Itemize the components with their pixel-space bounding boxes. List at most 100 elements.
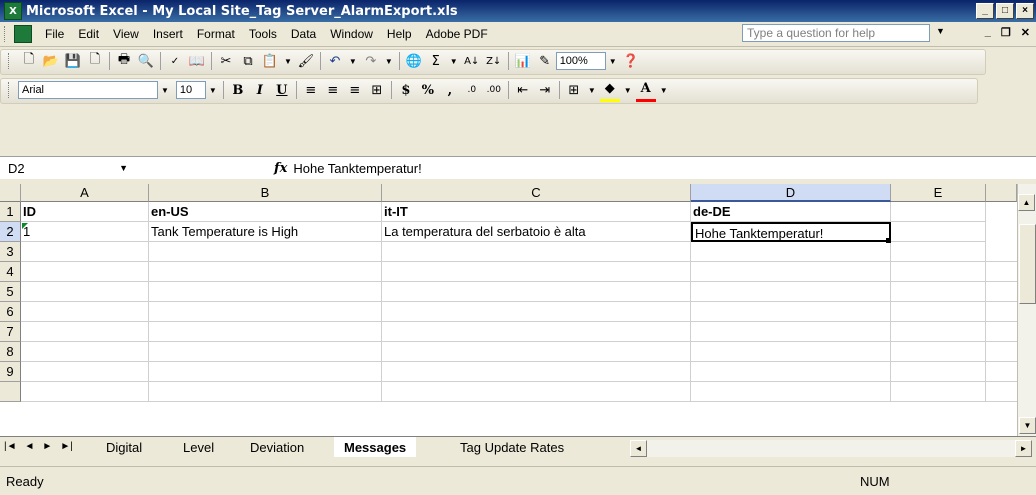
menu-help[interactable]: Help — [380, 25, 419, 43]
italic-icon[interactable]: I — [250, 80, 270, 100]
drawing-icon[interactable]: ✎ — [535, 51, 555, 71]
research-icon[interactable]: 📖 — [187, 51, 207, 71]
permission-icon[interactable]: 🗋 — [85, 51, 105, 71]
menu-file[interactable]: File — [38, 25, 71, 43]
first-sheet-icon[interactable]: |◄ — [4, 441, 17, 452]
row-header-1[interactable]: 1 — [0, 202, 21, 222]
sort-ascending-icon[interactable]: A↓ — [462, 51, 482, 71]
tab-messages[interactable]: Messages — [334, 437, 417, 457]
row-header-7[interactable]: 7 — [0, 322, 21, 342]
column-header-a[interactable]: A — [21, 184, 149, 202]
help-dropdown-icon[interactable]: ▼ — [936, 26, 945, 36]
redo-icon[interactable]: ↷ — [361, 51, 381, 71]
merge-center-icon[interactable]: ⊞ — [367, 80, 387, 100]
insert-function-icon[interactable]: fx — [274, 161, 287, 176]
print-icon[interactable]: 🖶 — [114, 51, 134, 71]
cell-b1[interactable]: en-US — [149, 202, 382, 222]
save-icon[interactable]: 💾 — [63, 51, 83, 71]
scroll-left-icon[interactable]: ◄ — [630, 440, 647, 457]
column-header-b[interactable]: B — [149, 184, 382, 202]
fill-color-icon[interactable]: ◆ — [599, 79, 620, 102]
formula-input[interactable]: Hohe Tanktemperatur! — [293, 161, 421, 176]
font-size-select[interactable]: 10 — [175, 81, 206, 99]
help-icon[interactable]: ❓ — [621, 51, 641, 71]
toolbar-grip-2[interactable] — [8, 82, 12, 98]
align-center-icon[interactable]: ≡ — [323, 80, 343, 100]
paste-icon[interactable]: 📋 — [260, 51, 280, 71]
help-search-input[interactable]: Type a question for help — [742, 24, 930, 42]
redo-dropdown-icon[interactable]: ▼ — [385, 57, 393, 66]
select-all-corner[interactable] — [0, 184, 21, 202]
undo-dropdown-icon[interactable]: ▼ — [349, 57, 357, 66]
undo-icon[interactable]: ↶ — [325, 51, 345, 71]
font-color-icon[interactable]: A — [635, 79, 656, 102]
bold-icon[interactable]: B — [228, 80, 248, 100]
fill-color-dropdown-icon[interactable]: ▼ — [624, 86, 632, 95]
menu-format[interactable]: Format — [190, 25, 242, 43]
menu-adobe-pdf[interactable]: Adobe PDF — [419, 25, 495, 43]
menu-tools[interactable]: Tools — [242, 25, 284, 43]
worksheet-grid[interactable]: A B C D E 1 2 3 4 5 6 7 8 9 ID en-US it-… — [0, 184, 1017, 436]
horizontal-scrollbar[interactable]: ◄ ► — [630, 440, 1032, 457]
scroll-thumb[interactable] — [1019, 224, 1036, 304]
font-size-dropdown-icon[interactable]: ▼ — [209, 86, 217, 95]
row-header-10[interactable] — [0, 382, 21, 402]
last-sheet-icon[interactable]: ►| — [60, 441, 73, 452]
cut-icon[interactable]: ✂ — [216, 51, 236, 71]
row-header-5[interactable]: 5 — [0, 282, 21, 302]
doc-minimize-icon[interactable]: _ — [985, 26, 991, 39]
chart-wizard-icon[interactable]: 📊 — [513, 51, 533, 71]
currency-icon[interactable]: $ — [396, 80, 416, 100]
tab-tag-update-rates[interactable]: Tag Update Rates — [450, 437, 574, 457]
font-dropdown-icon[interactable]: ▼ — [161, 86, 169, 95]
tab-deviation[interactable]: Deviation — [240, 437, 314, 457]
autosum-dropdown-icon[interactable]: ▼ — [450, 57, 458, 66]
borders-dropdown-icon[interactable]: ▼ — [588, 86, 596, 95]
column-header-d[interactable]: D — [691, 184, 891, 202]
decrease-indent-icon[interactable]: ⇤ — [513, 80, 533, 100]
menu-insert[interactable]: Insert — [146, 25, 190, 43]
sort-descending-icon[interactable]: Z↓ — [484, 51, 504, 71]
row-header-3[interactable]: 3 — [0, 242, 21, 262]
doc-restore-icon[interactable]: ❐ — [1001, 26, 1011, 39]
minimize-icon[interactable]: _ — [976, 3, 994, 19]
percent-icon[interactable]: % — [418, 80, 438, 100]
tab-level[interactable]: Level — [173, 437, 224, 457]
cell-c2[interactable]: La temperatura del serbatoio è alta — [382, 222, 691, 242]
column-header-f[interactable] — [986, 184, 1017, 202]
font-color-dropdown-icon[interactable]: ▼ — [660, 86, 668, 95]
maximize-icon[interactable]: □ — [996, 3, 1014, 19]
menu-edit[interactable]: Edit — [71, 25, 106, 43]
column-header-c[interactable]: C — [382, 184, 691, 202]
zoom-select[interactable]: 100% — [555, 52, 606, 70]
row-header-2[interactable]: 2 — [0, 222, 21, 242]
menu-grip[interactable] — [4, 26, 8, 42]
error-indicator-icon[interactable] — [22, 223, 28, 229]
print-preview-icon[interactable]: 🔍 — [136, 51, 156, 71]
menu-data[interactable]: Data — [284, 25, 323, 43]
row-header-8[interactable]: 8 — [0, 342, 21, 362]
increase-decimal-icon[interactable]: .0 — [462, 80, 482, 100]
new-icon[interactable]: 🗋 — [19, 51, 39, 71]
hyperlink-icon[interactable]: 🌐 — [404, 51, 424, 71]
row-header-4[interactable]: 4 — [0, 262, 21, 282]
cell-b2[interactable]: Tank Temperature is High — [149, 222, 382, 242]
paste-dropdown-icon[interactable]: ▼ — [284, 57, 292, 66]
fill-handle[interactable] — [886, 238, 891, 243]
cell-a1[interactable]: ID — [21, 202, 149, 222]
format-painter-icon[interactable]: 🖌 — [296, 51, 316, 71]
next-sheet-icon[interactable]: ► — [42, 441, 52, 452]
decrease-decimal-icon[interactable]: .00 — [484, 80, 504, 100]
cell-d1[interactable]: de-DE — [691, 202, 891, 222]
underline-icon[interactable]: U — [272, 80, 292, 100]
cell-c1[interactable]: it-IT — [382, 202, 691, 222]
name-box-dropdown-icon[interactable]: ▼ — [119, 163, 128, 173]
align-right-icon[interactable]: ≡ — [345, 80, 365, 100]
menu-view[interactable]: View — [106, 25, 146, 43]
vertical-scrollbar[interactable]: ▲ ▼ — [1017, 184, 1036, 436]
name-box[interactable]: D2 ▼ — [0, 158, 150, 178]
increase-indent-icon[interactable]: ⇥ — [535, 80, 555, 100]
document-icon[interactable] — [14, 25, 32, 43]
doc-close-icon[interactable]: ✕ — [1021, 26, 1030, 39]
font-select[interactable]: Arial — [18, 81, 158, 99]
